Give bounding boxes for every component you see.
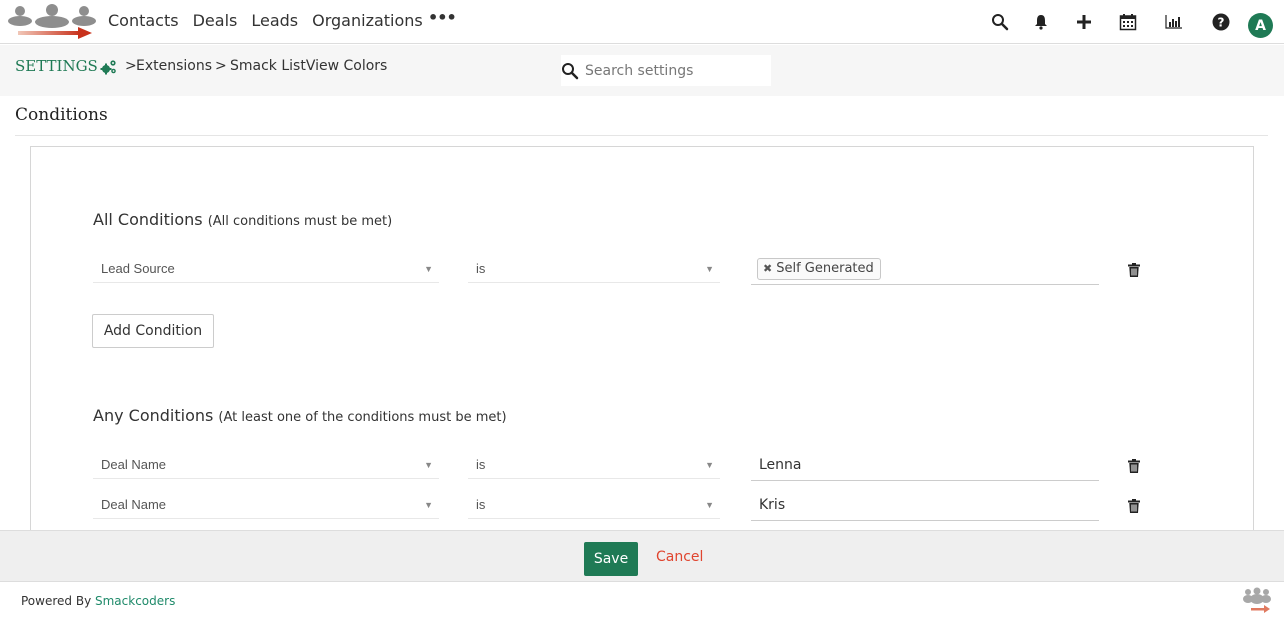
- dropdown-caret-icon: ▼: [424, 500, 433, 510]
- value-multiselect[interactable]: ✖ Self Generated: [751, 253, 1099, 285]
- dropdown-caret-icon: ▼: [705, 460, 714, 470]
- footer-credit: Powered By Smackcoders: [21, 594, 175, 608]
- save-button[interactable]: Save: [584, 542, 638, 576]
- search-settings-input[interactable]: [585, 59, 765, 83]
- operator-select[interactable]: is ▼: [468, 253, 720, 283]
- any-conditions-subtitle: (At least one of the conditions must be …: [218, 410, 507, 425]
- field-select-value: Deal Name: [101, 457, 167, 472]
- field-select-value: Deal Name: [101, 497, 167, 512]
- page-title: Conditions: [15, 105, 108, 125]
- search-icon: [561, 62, 579, 84]
- user-avatar[interactable]: A: [1248, 13, 1273, 38]
- all-conditions-subtitle: (All conditions must be met): [207, 214, 393, 229]
- help-icon[interactable]: ?: [1211, 12, 1231, 32]
- add-condition-button[interactable]: Add Condition: [92, 314, 214, 348]
- delete-condition-icon[interactable]: [1128, 498, 1140, 517]
- breadcrumb-settings[interactable]: SETTINGS: [15, 57, 98, 75]
- conditions-panel: All Conditions (All conditions must be m…: [30, 146, 1254, 536]
- chip-label: Self Generated: [776, 261, 874, 276]
- calendar-icon[interactable]: [1118, 12, 1138, 32]
- operator-select-value: is: [476, 261, 486, 276]
- cancel-link[interactable]: Cancel: [656, 549, 703, 565]
- value-input[interactable]: Kris: [751, 489, 1099, 521]
- condition-row: Lead Source ▼ is ▼ ✖ Self Generated: [93, 253, 1153, 285]
- delete-condition-icon[interactable]: [1128, 458, 1140, 477]
- remove-chip-icon[interactable]: ✖: [763, 262, 772, 275]
- dropdown-caret-icon: ▼: [424, 264, 433, 274]
- value-chip: ✖ Self Generated: [757, 258, 881, 280]
- field-select-value: Lead Source: [101, 261, 175, 276]
- delete-condition-icon[interactable]: [1128, 262, 1140, 281]
- gears-icon: [100, 59, 118, 79]
- value-input[interactable]: Lenna: [751, 449, 1099, 481]
- chart-icon[interactable]: [1164, 12, 1184, 32]
- nav-leads[interactable]: Leads: [251, 11, 298, 30]
- field-select[interactable]: Lead Source ▼: [93, 253, 439, 283]
- any-conditions-title: Any Conditions: [93, 406, 214, 425]
- search-icon[interactable]: [990, 12, 1010, 32]
- field-select[interactable]: Deal Name ▼: [93, 449, 439, 479]
- footer-logo-icon: [1242, 587, 1272, 619]
- breadcrumb-separator: >: [125, 58, 137, 74]
- breadcrumb-extensions[interactable]: Extensions: [136, 58, 212, 74]
- operator-select-value: is: [476, 497, 486, 512]
- condition-row: Deal Name ▼ is ▼ Lenna: [93, 449, 1153, 481]
- app-logo[interactable]: [4, 3, 100, 41]
- nav-organizations[interactable]: Organizations: [312, 11, 423, 30]
- smackcoders-link[interactable]: Smackcoders: [95, 594, 175, 608]
- more-menu-icon[interactable]: •••: [428, 8, 457, 27]
- dropdown-caret-icon: ▼: [705, 264, 714, 274]
- operator-select-value: is: [476, 457, 486, 472]
- breadcrumb: SETTINGS > Extensions > Smack ListView C…: [0, 45, 1284, 96]
- dropdown-caret-icon: ▼: [705, 500, 714, 510]
- breadcrumb-current: Smack ListView Colors: [230, 58, 388, 74]
- all-conditions-heading: All Conditions (All conditions must be m…: [93, 210, 392, 229]
- plus-icon[interactable]: [1074, 12, 1094, 32]
- any-conditions-heading: Any Conditions (At least one of the cond…: [93, 406, 507, 425]
- dropdown-caret-icon: ▼: [424, 460, 433, 470]
- svg-text:?: ?: [1218, 16, 1225, 30]
- nav-contacts[interactable]: Contacts: [108, 11, 179, 30]
- form-actions: Save Cancel: [0, 530, 1284, 582]
- field-select[interactable]: Deal Name ▼: [93, 489, 439, 519]
- top-navigation: Contacts Deals Leads Organizations ••• ?…: [0, 0, 1284, 44]
- condition-row: Deal Name ▼ is ▼ Kris: [93, 489, 1153, 521]
- settings-search: [561, 55, 771, 86]
- title-divider: [15, 135, 1268, 136]
- nav-deals[interactable]: Deals: [193, 11, 238, 30]
- breadcrumb-separator: >: [215, 58, 227, 74]
- operator-select[interactable]: is ▼: [468, 489, 720, 519]
- bell-icon[interactable]: [1031, 12, 1051, 32]
- powered-by-label: Powered By: [21, 594, 95, 608]
- main-nav: Contacts Deals Leads Organizations: [108, 11, 423, 30]
- operator-select[interactable]: is ▼: [468, 449, 720, 479]
- footer: Powered By Smackcoders: [0, 583, 1284, 620]
- all-conditions-title: All Conditions: [93, 210, 203, 229]
